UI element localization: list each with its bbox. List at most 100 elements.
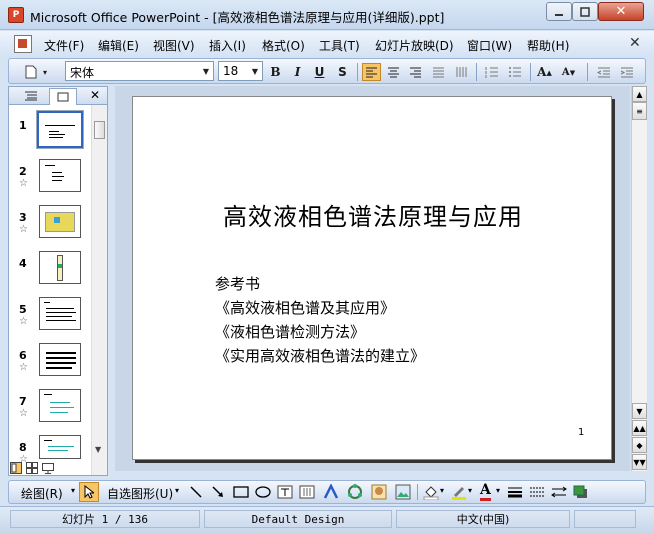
menu-insert[interactable]: 插入(I) [209, 37, 246, 54]
bullet-list-icon [509, 67, 521, 77]
arrow-style-icon[interactable] [551, 485, 567, 499]
align-center-button[interactable] [384, 63, 403, 81]
oval-tool-icon[interactable] [255, 485, 271, 499]
new-dropdown-icon[interactable]: ▾ [40, 63, 50, 81]
title-bar: P Microsoft Office PowerPoint - [高效液相色谱法… [0, 0, 654, 30]
align-left-button[interactable] [362, 63, 381, 81]
menu-slideshow[interactable]: 幻灯片放映(D) [375, 37, 454, 54]
minimize-button[interactable] [546, 2, 572, 21]
new-document-icon[interactable] [21, 63, 40, 81]
drawing-toolbar: 绘图(R) ▾ 自选图形(U) ▾ ▾ ▾ A ▾ [8, 480, 646, 504]
thumbnail-scrollbar[interactable]: ▼ [91, 105, 107, 475]
scroll-down-icon[interactable]: ▼ [95, 445, 101, 454]
body-line: 《高效液相色谱及其应用》 [215, 299, 396, 317]
slide-thumbnail[interactable] [39, 159, 81, 192]
close-icon: ✕ [615, 4, 627, 19]
diagram-icon[interactable] [347, 484, 363, 500]
dash-style-icon[interactable] [529, 485, 545, 499]
body-line: 《实用高效液相色谱法的建立》 [215, 347, 426, 365]
scroll-thumb[interactable]: ≡ [632, 102, 647, 120]
close-document-icon[interactable]: ✕ [629, 35, 641, 51]
font-size-value: 18 [223, 64, 239, 78]
wordart-icon[interactable] [323, 484, 339, 500]
powerpoint-app-icon[interactable]: P [8, 7, 24, 23]
vertical-scrollbar[interactable]: ▲ ≡ ▼ ▲▲ ◆ ▼▼ [631, 86, 647, 471]
select-object-icon[interactable]: ◆ [632, 437, 647, 453]
vertical-text-box-icon[interactable] [299, 485, 315, 499]
chevron-down-icon[interactable]: ▾ [440, 486, 444, 495]
document-icon[interactable] [14, 35, 32, 53]
scroll-thumb[interactable] [94, 121, 105, 139]
next-slide-icon[interactable]: ▼▼ [632, 454, 647, 470]
text-box-icon[interactable] [277, 485, 293, 499]
decrease-indent-icon[interactable] [594, 63, 613, 81]
chevron-down-icon[interactable]: ▼ [199, 62, 213, 80]
decrease-font-size-icon[interactable]: A ▼ [559, 63, 578, 81]
close-panel-icon[interactable]: ✕ [90, 88, 100, 102]
slide-sorter-view-icon[interactable] [26, 462, 38, 474]
scroll-down-icon[interactable]: ▼ [632, 403, 647, 419]
tab-slides[interactable] [49, 88, 77, 105]
underline-button[interactable]: U [310, 63, 329, 81]
autoshapes-menu-button[interactable]: 自选图形(U) [107, 485, 173, 502]
menu-format[interactable]: 格式(O) [262, 37, 305, 54]
distributed-button[interactable] [452, 63, 471, 81]
arrow-tool-icon[interactable] [211, 485, 225, 499]
shadow-style-icon[interactable] [573, 485, 589, 499]
outline-icon [25, 91, 37, 101]
line-color-icon[interactable] [451, 484, 467, 500]
slide-thumbnail[interactable] [39, 435, 81, 459]
chevron-down-icon[interactable]: ▾ [71, 486, 75, 495]
status-bar: 幻灯片 1 / 136 Default Design 中文(中国) [0, 506, 654, 534]
line-style-icon[interactable] [507, 485, 523, 499]
menu-view[interactable]: 视图(V) [153, 37, 195, 54]
chevron-down-icon[interactable]: ▾ [496, 486, 500, 495]
slide-body-text[interactable]: 参考书 《高效液相色谱及其应用》 《液相色谱检测方法》 《实用高效液相色谱法的建… [215, 272, 425, 368]
menu-window[interactable]: 窗口(W) [467, 37, 512, 54]
slide-canvas[interactable]: 高效液相色谱法原理与应用 参考书 《高效液相色谱及其应用》 《液相色谱检测方法》… [132, 96, 612, 460]
menu-file[interactable]: 文件(F) [44, 37, 84, 54]
bullets-button[interactable] [505, 63, 524, 81]
draw-menu-button[interactable]: 绘图(R) [21, 485, 63, 502]
font-size-combobox[interactable]: 18 ▼ [218, 61, 263, 81]
fill-color-icon[interactable] [423, 484, 439, 500]
line-tool-icon[interactable] [189, 485, 203, 499]
maximize-button[interactable] [572, 2, 598, 21]
previous-slide-icon[interactable]: ▲▲ [632, 420, 647, 436]
justify-button[interactable] [429, 63, 448, 81]
close-window-button[interactable]: ✕ [598, 2, 644, 21]
insert-picture-icon[interactable] [395, 484, 411, 500]
menu-edit[interactable]: 编辑(E) [98, 37, 139, 54]
slide-thumbnail[interactable] [39, 343, 81, 376]
align-right-button[interactable] [406, 63, 425, 81]
rectangle-tool-icon[interactable] [233, 485, 249, 499]
font-color-icon[interactable]: A [480, 482, 491, 501]
italic-button[interactable]: I [288, 63, 307, 81]
toolbar-separator [357, 63, 358, 81]
clip-art-icon[interactable] [371, 484, 387, 500]
slide-thumbnail[interactable] [36, 110, 84, 149]
bold-button[interactable]: B [266, 63, 285, 81]
slide-thumbnail[interactable] [39, 251, 81, 284]
increase-indent-icon[interactable] [617, 63, 636, 81]
slide-thumbnail[interactable] [39, 297, 81, 330]
chevron-down-icon[interactable]: ▼ [248, 62, 262, 80]
slide-title[interactable]: 高效液相色谱法原理与应用 [133, 197, 613, 232]
chevron-down-icon[interactable]: ▾ [468, 486, 472, 495]
scroll-up-icon[interactable]: ▲ [632, 86, 647, 102]
increase-font-size-icon[interactable]: A ▲ [535, 63, 554, 81]
tab-outline[interactable] [17, 88, 45, 104]
shadow-button[interactable]: S [333, 63, 352, 81]
font-name-combobox[interactable]: 宋体 ▼ [65, 61, 214, 81]
chevron-down-icon[interactable]: ▾ [175, 486, 179, 495]
slide-thumbnail[interactable] [39, 205, 81, 238]
pointer-arrow-icon [84, 485, 94, 499]
numbering-button[interactable] [482, 63, 501, 81]
slideshow-view-icon[interactable] [42, 462, 54, 474]
normal-view-icon[interactable] [10, 462, 22, 474]
slide-thumbnail[interactable] [39, 389, 81, 422]
select-objects-button[interactable] [79, 482, 99, 502]
menu-help[interactable]: 帮助(H) [527, 37, 569, 54]
design-template-status[interactable]: Default Design [204, 510, 392, 528]
menu-tools[interactable]: 工具(T) [319, 37, 360, 54]
